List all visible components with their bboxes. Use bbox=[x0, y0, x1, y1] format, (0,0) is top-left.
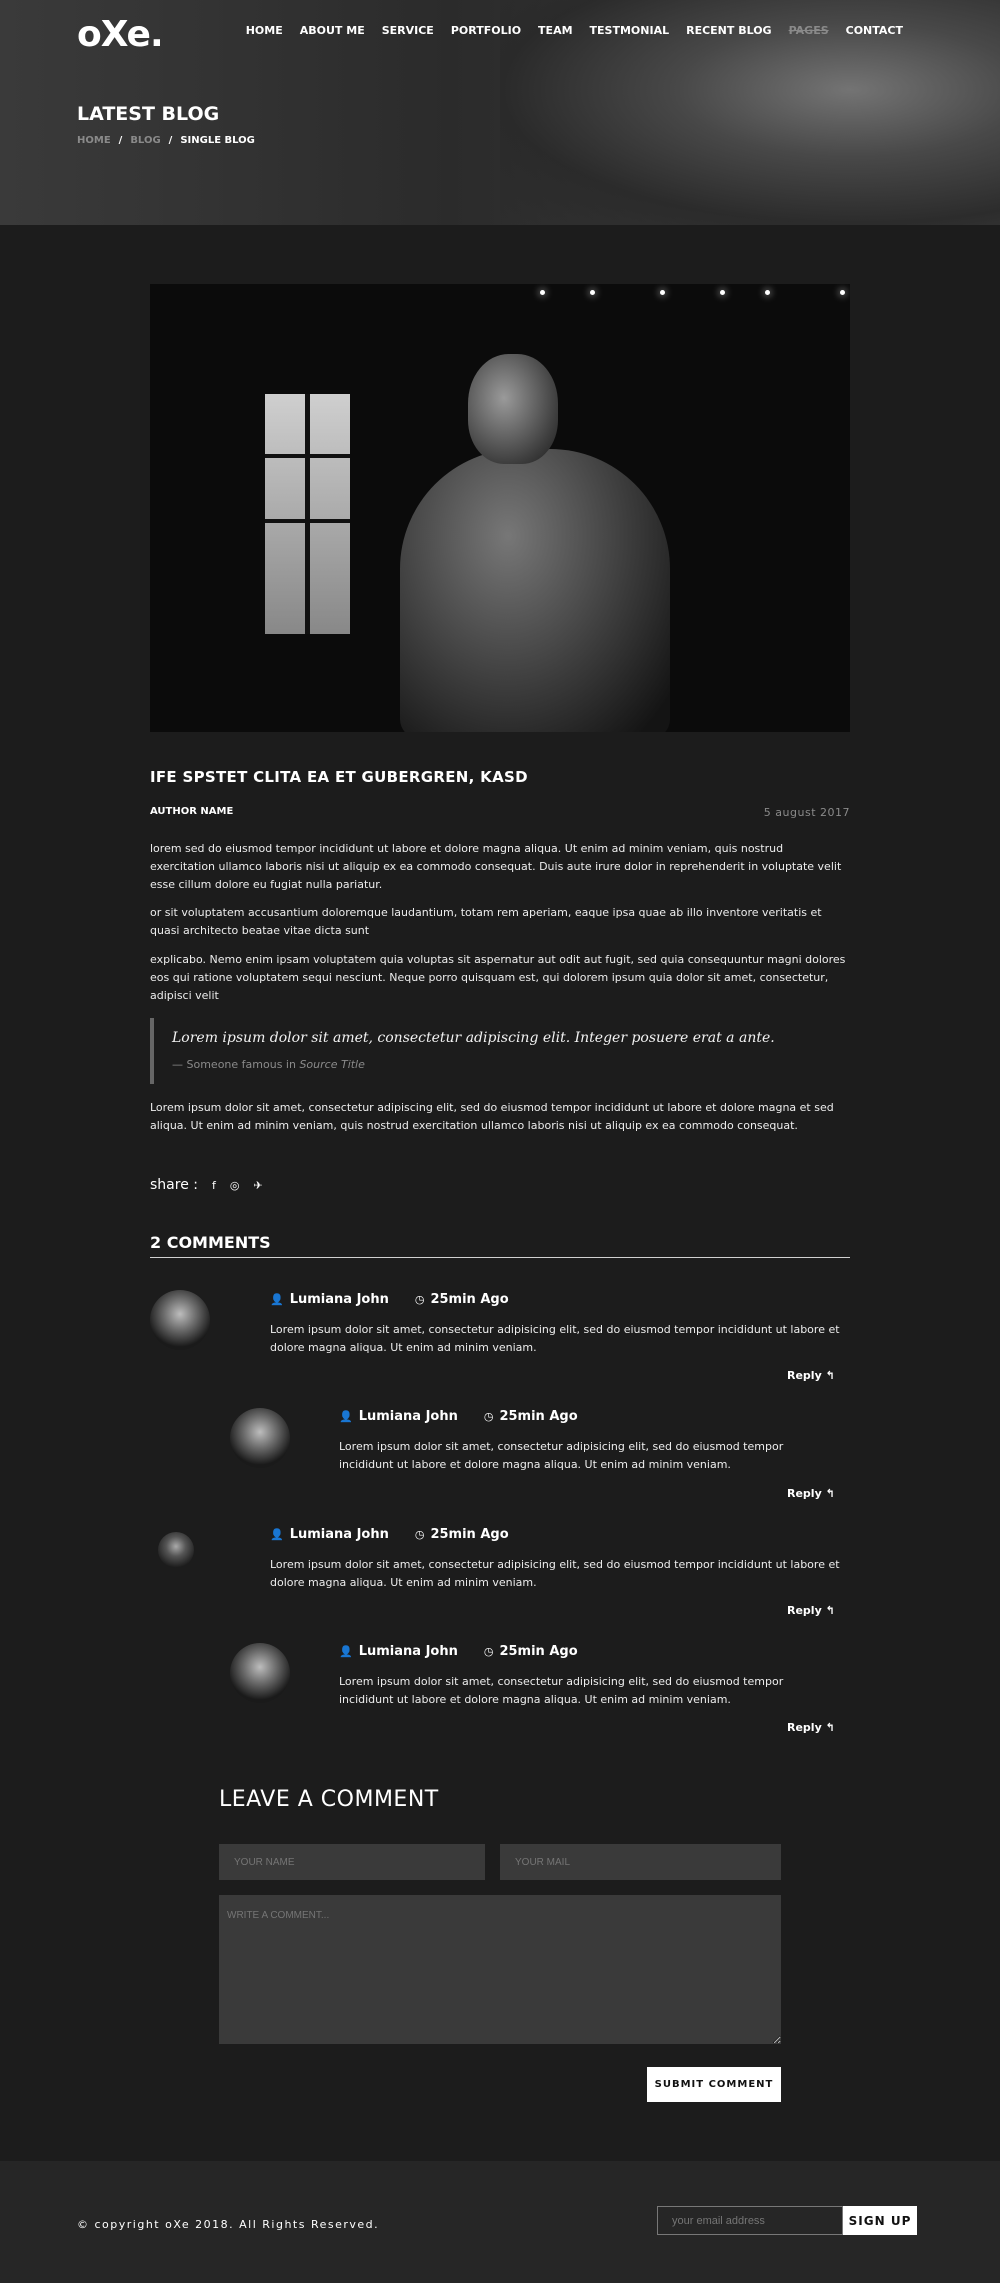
mail-input[interactable] bbox=[500, 1844, 781, 1880]
nav-home[interactable]: HOME bbox=[246, 24, 283, 37]
clock-icon: ◷ bbox=[414, 1293, 425, 1306]
breadcrumb-separator: / bbox=[168, 135, 173, 146]
post-paragraph: lorem sed do eiusmod tempor incididunt u… bbox=[150, 842, 842, 891]
clock-icon: ◷ bbox=[483, 1410, 494, 1423]
post-paragraph: Lorem ipsum dolor sit amet, consectetur … bbox=[150, 1101, 834, 1132]
comment-time: 25min Ago bbox=[430, 1527, 509, 1542]
avatar bbox=[230, 1643, 290, 1703]
comment-time: 25min Ago bbox=[430, 1292, 509, 1307]
reply-icon: ↰ bbox=[825, 1721, 835, 1734]
quote-source-title: Source Title bbox=[299, 1058, 365, 1071]
nav-service[interactable]: SERVICE bbox=[382, 24, 434, 37]
comment-text: Lorem ipsum dolor sit amet, consectetur … bbox=[339, 1675, 784, 1706]
user-icon: 👤 bbox=[270, 1528, 284, 1541]
comment-text: Lorem ipsum dolor sit amet, consectetur … bbox=[270, 1558, 840, 1589]
comment-meta: 👤 Lumiana John ◷ 25min Ago bbox=[339, 1644, 578, 1659]
breadcrumb: HOME / BLOG / SINGLE BLOG bbox=[77, 135, 255, 146]
quote-source: — Someone famous in Source Title bbox=[172, 1058, 850, 1071]
user-icon: 👤 bbox=[339, 1645, 353, 1658]
page-title: LATEST BLOG bbox=[77, 103, 220, 125]
comment-author[interactable]: Lumiana John bbox=[290, 1527, 389, 1542]
newsletter-email-input[interactable] bbox=[657, 2206, 843, 2235]
site-logo[interactable]: oXe. bbox=[77, 14, 164, 55]
reply-button[interactable]: Reply ↰ bbox=[787, 1721, 835, 1734]
submit-comment-button[interactable]: SUBMIT COMMENT bbox=[647, 2067, 781, 2102]
post-blockquote: Lorem ipsum dolor sit amet, consectetur … bbox=[150, 1018, 850, 1084]
comment-text: Lorem ipsum dolor sit amet, consectetur … bbox=[270, 1323, 840, 1354]
nav-team[interactable]: TEAM bbox=[538, 24, 572, 37]
comment-meta: 👤 Lumiana John ◷ 25min Ago bbox=[270, 1527, 509, 1542]
main-nav: HOME ABOUT ME SERVICE PORTFOLIO TEAM TES… bbox=[229, 24, 903, 37]
leave-comment-heading: LEAVE A COMMENT bbox=[219, 1787, 439, 1812]
copyright-text: © copyright oXe 2018. All Rights Reserve… bbox=[77, 2218, 380, 2231]
comment-meta: 👤 Lumiana John ◷ 25min Ago bbox=[270, 1292, 509, 1307]
comment-author[interactable]: Lumiana John bbox=[290, 1292, 389, 1307]
reply-label: Reply bbox=[787, 1369, 822, 1382]
window-shape bbox=[265, 394, 350, 634]
reply-button[interactable]: Reply ↰ bbox=[787, 1369, 835, 1382]
reply-label: Reply bbox=[787, 1487, 822, 1500]
comment-textarea[interactable] bbox=[219, 1895, 781, 2044]
post-paragraph: explicabo. Nemo enim ipsam voluptatem qu… bbox=[150, 953, 846, 1002]
comments-heading: 2 COMMENTS bbox=[150, 1233, 850, 1258]
post-title: IFE SPSTET CLITA EA ET GUBERGREN, KASD bbox=[150, 768, 528, 786]
post-author[interactable]: AUTHOR NAME bbox=[150, 806, 233, 817]
reply-label: Reply bbox=[787, 1721, 822, 1734]
instagram-icon[interactable]: ◎ bbox=[230, 1179, 240, 1192]
share-label: share : bbox=[150, 1177, 198, 1193]
post-date: 5 august 2017 bbox=[763, 806, 850, 819]
hero-header: oXe. HOME ABOUT ME SERVICE PORTFOLIO TEA… bbox=[0, 0, 1000, 225]
comment-meta: 👤 Lumiana John ◷ 25min Ago bbox=[339, 1409, 578, 1424]
comment-author[interactable]: Lumiana John bbox=[359, 1644, 458, 1659]
breadcrumb-blog[interactable]: BLOG bbox=[130, 135, 160, 146]
reply-icon: ↰ bbox=[825, 1369, 835, 1382]
breadcrumb-home[interactable]: HOME bbox=[77, 135, 111, 146]
comment-time: 25min Ago bbox=[499, 1409, 578, 1424]
clock-icon: ◷ bbox=[414, 1528, 425, 1541]
breadcrumb-current: SINGLE BLOG bbox=[180, 135, 255, 146]
nav-portfolio[interactable]: PORTFOLIO bbox=[451, 24, 521, 37]
reply-button[interactable]: Reply ↰ bbox=[787, 1487, 835, 1500]
name-input[interactable] bbox=[219, 1844, 485, 1880]
user-icon: 👤 bbox=[339, 1410, 353, 1423]
quote-source-prefix: — Someone famous in bbox=[172, 1058, 296, 1071]
nav-pages[interactable]: PAGES bbox=[789, 24, 829, 37]
reply-label: Reply bbox=[787, 1604, 822, 1617]
twitter-icon[interactable]: ✈ bbox=[253, 1179, 262, 1192]
post-featured-image bbox=[150, 284, 850, 732]
reply-icon: ↰ bbox=[825, 1604, 835, 1617]
nav-about-me[interactable]: ABOUT ME bbox=[300, 24, 365, 37]
avatar bbox=[150, 1290, 210, 1350]
comment-time: 25min Ago bbox=[499, 1644, 578, 1659]
nav-contact[interactable]: CONTACT bbox=[846, 24, 903, 37]
breadcrumb-separator: / bbox=[118, 135, 123, 146]
comment-author[interactable]: Lumiana John bbox=[359, 1409, 458, 1424]
person-head-shape bbox=[468, 354, 558, 464]
avatar bbox=[230, 1408, 290, 1468]
reply-icon: ↰ bbox=[825, 1487, 835, 1500]
nav-recent-blog[interactable]: RECENT BLOG bbox=[686, 24, 772, 37]
nav-testmonial[interactable]: TESTMONIAL bbox=[590, 24, 670, 37]
person-body-shape bbox=[400, 449, 670, 732]
clock-icon: ◷ bbox=[483, 1645, 494, 1658]
site-footer: © copyright oXe 2018. All Rights Reserve… bbox=[0, 2161, 1000, 2283]
sign-up-button[interactable]: SIGN UP bbox=[843, 2206, 917, 2235]
share-row: share : f ◎ ✈ bbox=[150, 1177, 263, 1193]
avatar bbox=[158, 1532, 194, 1568]
post-paragraph: or sit voluptatem accusantium doloremque… bbox=[150, 906, 822, 937]
facebook-icon[interactable]: f bbox=[212, 1179, 216, 1192]
user-icon: 👤 bbox=[270, 1293, 284, 1306]
reply-button[interactable]: Reply ↰ bbox=[787, 1604, 835, 1617]
ceiling-lights bbox=[510, 284, 850, 298]
comment-text: Lorem ipsum dolor sit amet, consectetur … bbox=[339, 1440, 784, 1471]
quote-text: Lorem ipsum dolor sit amet, consectetur … bbox=[172, 1030, 775, 1046]
